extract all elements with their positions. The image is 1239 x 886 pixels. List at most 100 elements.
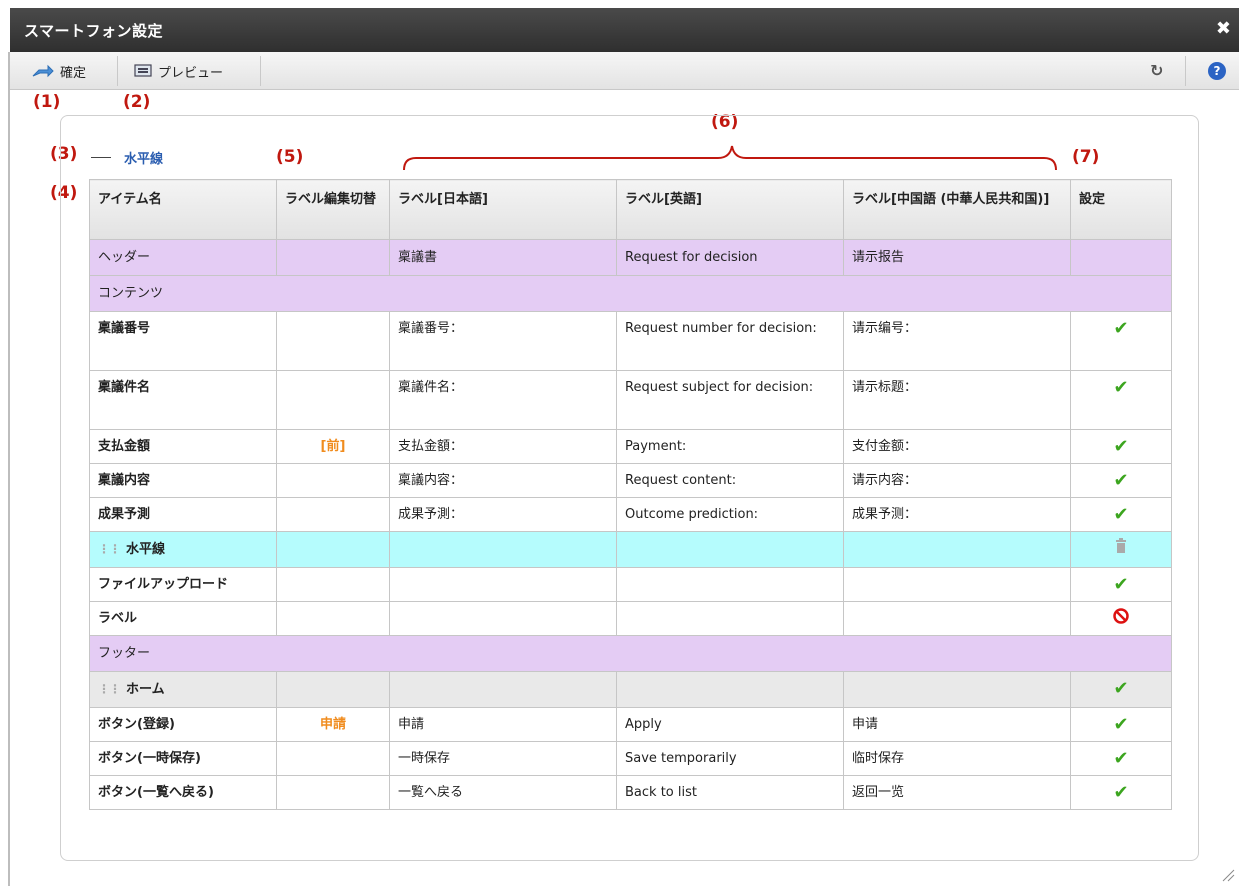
refresh-icon[interactable]: ↻: [1150, 61, 1163, 80]
column-header-label-zh[interactable]: ラベル[中国語 (中華人民共和国)]: [843, 179, 1071, 240]
check-icon[interactable]: ✔: [1113, 504, 1128, 525]
label-zh[interactable]: 请示报告: [843, 239, 1071, 276]
table-row[interactable]: 稟議番号 稟議番号： Request number for decision: …: [89, 311, 1172, 371]
check-icon[interactable]: ✔: [1113, 748, 1128, 769]
table-row[interactable]: ファイルアップロード ✔: [89, 567, 1172, 602]
table-row-header-section[interactable]: ヘッダー 稟議書 Request for decision 请示报告: [89, 239, 1172, 276]
drag-handle-icon[interactable]: ⋮⋮: [98, 682, 121, 696]
column-header-label-toggle[interactable]: ラベル編集切替: [276, 179, 390, 240]
label-ja[interactable]: 申請: [389, 707, 617, 742]
table-row-footer-section: フッター: [89, 635, 1172, 672]
trash-icon[interactable]: [1115, 538, 1127, 557]
label-toggle: [276, 531, 390, 568]
item-name: 稟議件名: [89, 370, 277, 430]
smartphone-settings-dialog: スマートフォン設定 ✖ 確定 プレビュー ↻ ? (1) (2) (3) (4)…: [0, 0, 1239, 886]
check-icon[interactable]: ✔: [1113, 377, 1128, 398]
label-ja[interactable]: 成果予測：: [389, 497, 617, 532]
check-icon[interactable]: ✔: [1113, 574, 1128, 595]
check-icon[interactable]: ✔: [1113, 436, 1128, 457]
setting-cell: ✔: [1070, 463, 1172, 498]
label-zh[interactable]: 返回一览: [843, 775, 1071, 810]
label-toggle[interactable]: [前]: [276, 429, 390, 464]
label-toggle[interactable]: [276, 463, 390, 498]
label-en[interactable]: Back to list: [616, 775, 844, 810]
drag-handle-icon[interactable]: ⋮⋮: [98, 542, 121, 556]
label-en[interactable]: Request subject for decision:: [616, 370, 844, 430]
label-zh[interactable]: 请示内容：: [843, 463, 1071, 498]
table-row[interactable]: 稟議内容 稟議内容： Request content: 请示内容： ✔: [89, 463, 1172, 498]
annotation-2: (2): [123, 92, 151, 112]
table-row[interactable]: ボタン(一時保存) 一時保存 Save temporarily 临时保存 ✔: [89, 741, 1172, 776]
table-row[interactable]: ボタン(一覧へ戻る) 一覧へ戻る Back to list 返回一览 ✔: [89, 775, 1172, 810]
table-row[interactable]: ラベル: [89, 601, 1172, 636]
setting-cell: ✔: [1070, 429, 1172, 464]
close-icon[interactable]: ✖: [1216, 18, 1231, 39]
label-ja: [389, 531, 617, 568]
table-row[interactable]: 稟議件名 稟議件名： Request subject for decision:…: [89, 370, 1172, 430]
preview-label: プレビュー: [158, 65, 224, 81]
resize-handle-icon[interactable]: [1221, 868, 1235, 882]
table-row[interactable]: 支払金額 [前] 支払金額： Payment: 支付金额： ✔: [89, 429, 1172, 464]
forbidden-icon[interactable]: [1113, 608, 1129, 628]
label-ja[interactable]: 稟議内容：: [389, 463, 617, 498]
label-en[interactable]: Outcome prediction:: [616, 497, 844, 532]
horizontal-line-link[interactable]: 水平線: [124, 148, 163, 167]
check-icon[interactable]: ✔: [1113, 470, 1128, 491]
table-row-selected[interactable]: ⋮⋮ 水平線: [89, 531, 1172, 568]
label-zh[interactable]: 成果予测：: [843, 497, 1071, 532]
label-en[interactable]: Request for decision: [616, 239, 844, 276]
check-icon[interactable]: ✔: [1113, 714, 1128, 735]
setting-cell: [1070, 531, 1172, 568]
item-name: ヘッダー: [89, 239, 277, 276]
table-row[interactable]: 成果予測 成果予測： Outcome prediction: 成果予测： ✔: [89, 497, 1172, 532]
label-zh[interactable]: 临时保存: [843, 741, 1071, 776]
horizontal-line-marker: [91, 157, 111, 158]
item-settings-table: アイテム名 ラベル編集切替 ラベル[日本語] ラベル[英語] ラベル[中国語 (…: [89, 179, 1172, 810]
help-icon[interactable]: ?: [1208, 62, 1226, 80]
column-header-label-en[interactable]: ラベル[英語]: [616, 179, 844, 240]
item-name: 稟議内容: [89, 463, 277, 498]
confirm-button[interactable]: 確定: [32, 52, 86, 90]
label-en[interactable]: Request content:: [616, 463, 844, 498]
column-header-setting[interactable]: 設定: [1070, 179, 1172, 240]
label-toggle[interactable]: [276, 370, 390, 430]
column-header-label-ja[interactable]: ラベル[日本語]: [389, 179, 617, 240]
item-name: ボタン(登録): [89, 707, 277, 742]
label-ja[interactable]: 稟議件名：: [389, 370, 617, 430]
label-toggle[interactable]: [276, 311, 390, 371]
label-ja[interactable]: 稟議番号：: [389, 311, 617, 371]
table-row[interactable]: ⋮⋮ ホーム ✔: [89, 671, 1172, 708]
column-header-item-name[interactable]: アイテム名: [89, 179, 277, 240]
check-icon[interactable]: ✔: [1113, 318, 1128, 339]
label-ja[interactable]: 一時保存: [389, 741, 617, 776]
label-en[interactable]: Apply: [616, 707, 844, 742]
label-ja[interactable]: 稟議書: [389, 239, 617, 276]
label-toggle[interactable]: 申請: [276, 707, 390, 742]
label-toggle: [276, 671, 390, 708]
section-label: フッター: [89, 635, 1172, 672]
label-zh[interactable]: 请示标题：: [843, 370, 1071, 430]
label-toggle[interactable]: [276, 497, 390, 532]
toolbar-separator: [1185, 56, 1186, 86]
label-zh: [843, 671, 1071, 708]
label-toggle[interactable]: [276, 775, 390, 810]
label-zh[interactable]: 支付金额：: [843, 429, 1071, 464]
check-icon[interactable]: ✔: [1113, 678, 1128, 699]
preview-button[interactable]: プレビュー: [134, 52, 223, 90]
item-name: 稟議番号: [89, 311, 277, 371]
table-row[interactable]: ボタン(登録) 申請 申請 Apply 申请 ✔: [89, 707, 1172, 742]
title-bar[interactable]: スマートフォン設定 ✖: [10, 8, 1239, 52]
check-icon[interactable]: ✔: [1113, 782, 1128, 803]
label-zh[interactable]: 请示编号：: [843, 311, 1071, 371]
label-ja[interactable]: 支払金額：: [389, 429, 617, 464]
toolbar-separator: [117, 56, 118, 86]
item-name: ラベル: [89, 601, 277, 636]
label-zh[interactable]: 申请: [843, 707, 1071, 742]
label-en[interactable]: Request number for decision:: [616, 311, 844, 371]
label-ja[interactable]: 一覧へ戻る: [389, 775, 617, 810]
label-en[interactable]: Save temporarily: [616, 741, 844, 776]
label-toggle[interactable]: [276, 741, 390, 776]
setting-cell: [1070, 601, 1172, 636]
item-name: ボタン(一時保存): [89, 741, 277, 776]
label-en[interactable]: Payment:: [616, 429, 844, 464]
